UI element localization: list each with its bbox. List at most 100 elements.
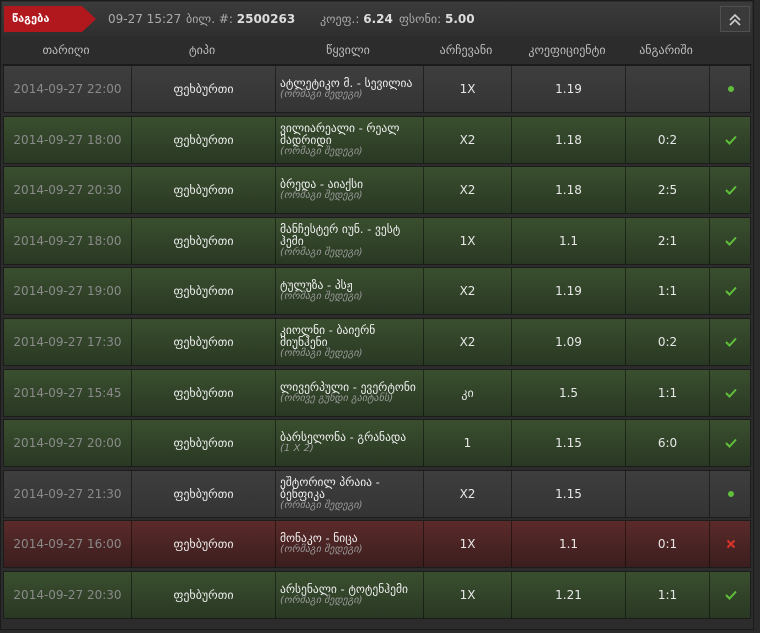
table-row: 2014-09-27 20:30 ფეხბურთი არსენალი - ტოტენ…	[3, 570, 751, 619]
row-bet-type: (1 X 2)	[280, 443, 314, 455]
row-score	[626, 470, 710, 517]
row-odds: 1.09	[512, 318, 626, 365]
row-odds: 1.21	[512, 571, 626, 618]
row-score: 1:1	[626, 571, 710, 618]
check-icon	[725, 135, 737, 145]
row-event: ბრედა - აიაქსი	[280, 177, 364, 192]
ticket-number: ბილ. #: 2500263	[186, 12, 295, 26]
dot-icon	[728, 490, 734, 497]
column-header-odds: კოეფიციენტი	[528, 43, 606, 57]
row-outcome: კი	[424, 369, 512, 416]
row-outcome: X2	[424, 268, 512, 315]
row-odds: 1.19	[512, 66, 626, 112]
row-sport: ფეხბურთი	[132, 571, 276, 618]
row-score: 0:2	[626, 318, 710, 365]
row-date: 2014-09-27 21:30	[4, 470, 132, 517]
table-row: 2014-09-27 21:30 ფეხბურთი ეშტორილ პრაია - …	[3, 469, 751, 518]
row-outcome: 1X	[424, 521, 512, 568]
row-status	[710, 218, 752, 264]
row-sport: ფეხბურთი	[132, 167, 276, 214]
row-outcome: X2	[424, 318, 512, 365]
row-score: 1:1	[626, 369, 710, 416]
row-outcome: 1X	[424, 571, 512, 618]
row-status	[710, 319, 752, 365]
row-bet-type: (ორმაგი შედეგი)	[280, 89, 363, 100]
column-header-date: თარიღი	[42, 43, 90, 57]
row-event: ატლეტიკო მ. - სევილია	[280, 76, 413, 90]
ticket-stake: ფსონი: 5.00	[399, 12, 475, 26]
row-sport: ფეხბურთი	[132, 66, 276, 112]
check-icon	[725, 590, 737, 600]
row-status	[710, 268, 752, 314]
row-bet-type: (ორმაგი შედეგი)	[280, 246, 363, 258]
row-outcome: 1	[424, 420, 512, 467]
column-header-event: წყვილი	[326, 43, 370, 57]
row-bet-type: (ორმაგი შედეგი)	[280, 145, 363, 157]
table-row: 2014-09-27 18:00 ფეხბურთი ვილიარეალი - რეა…	[3, 115, 751, 164]
row-event: არსენალი - ტოტენჰემი	[280, 581, 408, 596]
row-status	[710, 66, 752, 112]
collapse-button[interactable]	[720, 6, 750, 32]
row-odds: 1.19	[512, 268, 626, 315]
row-event: ბარსელონა - გრანადა	[280, 430, 407, 445]
column-header-type: ტიპი	[188, 43, 216, 57]
row-bet-type: (ორმაგი შედეგი)	[280, 594, 363, 606]
row-event: ვილიარეალი - რეალ მადრიდი	[280, 120, 400, 147]
table-row: 2014-09-27 20:30 ფეხბურთი ბრედა - აიაქსი (ო…	[3, 166, 752, 215]
check-icon	[725, 438, 737, 449]
chevron-up-icon	[729, 13, 741, 26]
row-score: 2:1	[626, 217, 710, 264]
row-date: 2014-09-27 22:00	[4, 66, 132, 112]
row-sport: ფეხბურთი	[132, 217, 276, 264]
row-event: მონაკო - ნიცა	[280, 531, 358, 546]
row-event-cell: კიოლნი - ბაიერნ მიუნჰენი (ორმაგი შედეგი)	[276, 318, 424, 365]
check-icon	[725, 186, 737, 196]
row-event-cell: ბრედა - აიაქსი (ორმაგი შედეგი)	[276, 167, 424, 214]
row-bet-type: (ორმაგი შედეგი)	[280, 190, 363, 202]
row-odds: 1.18	[512, 167, 626, 214]
row-bet-type: (ორმაგი შედეგი)	[280, 291, 363, 303]
ticket-number-label: ბილ. #:	[186, 12, 233, 26]
row-outcome: 1X	[424, 217, 512, 264]
table-header: თარიღი ტიპი წყვილი არჩევანი კოეფიციენტი …	[2, 36, 752, 65]
row-event-cell: მონაკო - ნიცა (ორმაგი შედეგი)	[276, 521, 424, 568]
row-event-cell: ლივერპული - ევერტონი (ორივე გუნდი გაიტანს…	[276, 369, 424, 416]
column-header-selection: არჩევანი	[439, 43, 493, 57]
row-bet-type: (ორმაგი შედეგი)	[280, 499, 363, 511]
row-sport: ფეხბურთი	[132, 369, 276, 416]
row-event-cell: ატლეტიკო მ. - სევილია (ორმაგი შედეგი)	[276, 66, 424, 112]
table-row: 2014-09-27 18:00 ფეხბურთი მანჩესტერ იუნ. -…	[3, 216, 752, 265]
row-score	[626, 66, 710, 112]
row-event: კიოლნი - ბაიერნ მიუნჰენი	[280, 322, 376, 349]
row-status	[710, 167, 752, 213]
ticket-number-value: 2500263	[236, 12, 296, 26]
row-odds: 1.15	[512, 470, 626, 517]
row-bet-type: (ორმაგი შედეგი)	[280, 347, 363, 359]
row-odds: 1.15	[512, 420, 626, 467]
row-date: 2014-09-27 18:00	[4, 217, 132, 264]
bets-table-body: 2014-09-27 22:00 ფეხბურთი ატლეტიკო მ. - სე…	[3, 65, 751, 622]
row-status	[710, 370, 752, 416]
table-row: 2014-09-27 22:00 ფეხბურთი ატლეტიკო მ. - სე…	[3, 65, 751, 113]
row-outcome: X2	[424, 470, 512, 517]
row-score: 1:1	[626, 268, 710, 315]
row-date: 2014-09-27 15:45	[4, 369, 132, 416]
ticket-datetime: 09-27 15:27	[108, 12, 182, 26]
row-outcome: X2	[424, 167, 512, 214]
stake-value: 5.00	[444, 12, 475, 26]
row-date: 2014-09-27 18:00	[4, 116, 132, 163]
row-sport: ფეხბურთი	[132, 116, 276, 163]
row-sport: ფეხბურთი	[132, 268, 276, 315]
table-row: 2014-09-27 19:00 ფეხბურთი ტულუზა - პსჟ (ორმ…	[3, 267, 752, 316]
check-icon	[725, 388, 737, 398]
row-sport: ფეხბურთი	[132, 318, 276, 365]
row-event-cell: არსენალი - ტოტენჰემი (ორმაგი შედეგი)	[276, 571, 424, 618]
row-date: 2014-09-27 20:30	[4, 167, 132, 214]
table-row: 2014-09-27 17:30 ფეხბურთი კიოლნი - ბაიერნ …	[3, 317, 752, 366]
row-odds: 1.1	[512, 521, 626, 568]
row-event-cell: ეშტორილ პრაია - ბენფიკა (ორმაგი შედეგი)	[276, 470, 424, 517]
row-bet-type: (ორმაგი შედეგი)	[280, 544, 363, 556]
dot-icon	[728, 86, 734, 92]
check-icon	[725, 287, 737, 297]
table-row: 2014-09-27 15:45 ფეხბურთი ლივერპული - ევერ…	[3, 368, 752, 417]
